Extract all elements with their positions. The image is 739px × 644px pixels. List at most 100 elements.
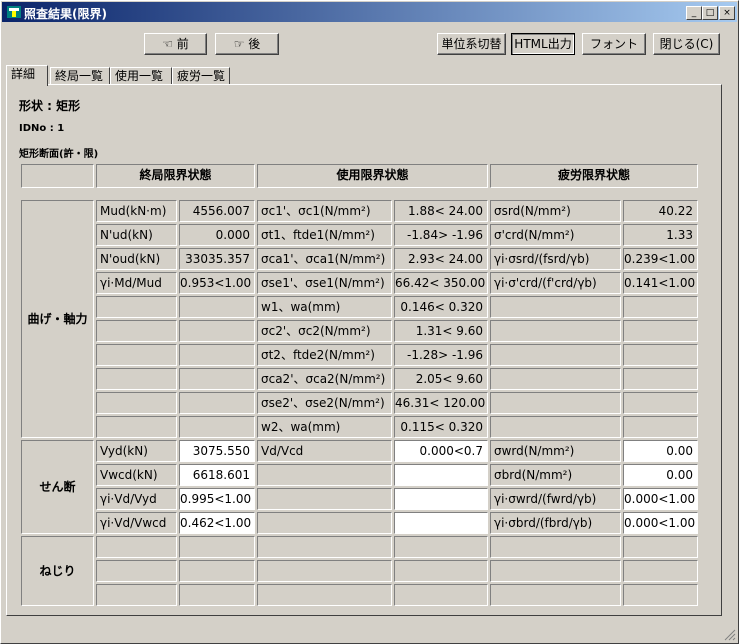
fatigue-label-cell — [490, 416, 621, 438]
fatigue-label-cell: σbrd(N/mm²) — [490, 464, 621, 486]
ultimate-value-cell: 33035.357 — [179, 248, 255, 270]
ultimate-label-cell — [96, 368, 177, 390]
fatigue-label-cell — [490, 584, 621, 606]
fatigue-value-cell — [623, 320, 698, 342]
service-value-cell: 0.115< 0.320 — [394, 416, 488, 438]
torsion-group-label: ねじり — [21, 536, 94, 606]
main-window: 照査結果(限界) _ □ × ☜ 前 ☞ 後 単位系切替 HTML出力 フォント… — [0, 0, 739, 644]
shape-label: 形状 : 矩形 — [19, 99, 81, 113]
ultimate-label-cell — [96, 344, 177, 366]
grid-corner — [21, 164, 94, 188]
ultimate-header: 終局限界状態 — [96, 164, 255, 188]
tab-detail[interactable]: 詳細 — [6, 65, 48, 86]
service-label-cell — [257, 536, 392, 558]
ultimate-label-cell — [96, 392, 177, 414]
tab-service-list[interactable]: 使用一覧 — [110, 67, 172, 84]
fatigue-value-cell: 0.141<1.00 — [623, 272, 698, 294]
ultimate-label-cell: γi·Vd/Vwcd — [96, 512, 177, 534]
fatigue-label-cell: γi·σwrd/(fwrd/γb) — [490, 488, 621, 510]
minimize-button[interactable]: _ — [686, 6, 702, 20]
service-value-cell — [394, 584, 488, 606]
fatigue-value-cell — [623, 344, 698, 366]
service-label-cell: σc2'、σc2(N/mm²) — [257, 320, 392, 342]
html-output-button[interactable]: HTML出力 — [511, 33, 575, 55]
ultimate-value-cell — [179, 560, 255, 582]
ultimate-value-cell: 4556.007 — [179, 200, 255, 222]
ultimate-label-cell — [96, 536, 177, 558]
service-label-cell — [257, 584, 392, 606]
fatigue-value-cell — [623, 392, 698, 414]
fatigue-value-cell — [623, 296, 698, 318]
maximize-button[interactable]: □ — [702, 6, 718, 20]
fatigue-label-cell — [490, 560, 621, 582]
next-label: 後 — [248, 37, 261, 51]
tab-ultimate-list[interactable]: 終局一覧 — [50, 67, 110, 84]
tab-fatigue-list[interactable]: 疲労一覧 — [172, 67, 230, 84]
fatigue-value-cell: 0.00 — [623, 464, 698, 486]
unit-switch-button[interactable]: 単位系切替 — [437, 33, 506, 55]
service-value-cell: 1.88< 24.00 — [394, 200, 488, 222]
service-label-cell: w2、wa(mm) — [257, 416, 392, 438]
fatigue-value-cell — [623, 560, 698, 582]
ultimate-label-cell — [96, 296, 177, 318]
service-label-cell — [257, 488, 392, 510]
next-button[interactable]: ☞ 後 — [215, 33, 279, 55]
service-label-cell: σt2、ftde2(N/mm²) — [257, 344, 392, 366]
fatigue-label-cell: σsrd(N/mm²) — [490, 200, 621, 222]
shear-group-label: せん断 — [21, 440, 94, 534]
ultimate-label-cell — [96, 416, 177, 438]
fatigue-label-cell — [490, 392, 621, 414]
ultimate-label-cell — [96, 320, 177, 342]
fatigue-value-cell — [623, 536, 698, 558]
shear-group-text: せん断 — [39, 480, 76, 494]
service-value-cell — [394, 512, 488, 534]
service-value-cell: 0.000<0.7 — [394, 440, 488, 462]
bending-group-text: 曲げ・軸力 — [27, 312, 88, 326]
service-value-cell: 1.31< 9.60 — [394, 320, 488, 342]
ultimate-label-cell: γi·Md/Mud — [96, 272, 177, 294]
title-bar[interactable]: 照査結果(限界) _ □ × — [2, 2, 737, 22]
service-value-cell: 2.05< 9.60 — [394, 368, 488, 390]
ultimate-value-cell — [179, 536, 255, 558]
service-label-cell — [257, 560, 392, 582]
app-icon — [7, 6, 21, 18]
section-label: 矩形断面(許・限) — [19, 149, 99, 160]
detail-panel: 形状 : 矩形 IDNo : 1 矩形断面(許・限) 終局限界状態 使用限界状態疲… — [6, 84, 722, 616]
ultimate-value-cell: 3075.550 — [179, 440, 255, 462]
fatigue-value-cell: 0.000<1.00 — [623, 488, 698, 510]
fatigue-label-cell — [490, 344, 621, 366]
ultimate-value-cell — [179, 320, 255, 342]
fatigue-value-cell: 1.33 — [623, 224, 698, 246]
ultimate-label-cell: N'ud(kN) — [96, 224, 177, 246]
fatigue-value-cell: 0.000<1.00 — [623, 512, 698, 534]
close-window-button[interactable]: × — [719, 6, 735, 20]
service-value-cell: 46.31< 120.00 — [394, 392, 488, 414]
service-value-cell — [394, 464, 488, 486]
service-value-cell: -1.84> -1.96 — [394, 224, 488, 246]
service-label-cell: σse1'、σse1(N/mm²) — [257, 272, 392, 294]
ultimate-value-cell: 0.000 — [179, 224, 255, 246]
bending-group-label: 曲げ・軸力 — [21, 200, 94, 438]
prev-label: 前 — [176, 37, 189, 51]
service-value-cell — [394, 560, 488, 582]
hand-left-icon: ☜ — [162, 37, 173, 51]
window-title: 照査結果(限界) — [24, 7, 107, 21]
idno-label: IDNo : 1 — [19, 123, 65, 134]
font-button[interactable]: フォント — [582, 33, 646, 55]
ultimate-value-cell — [179, 296, 255, 318]
fatigue-value-cell: 40.22 — [623, 200, 698, 222]
service-value-cell: 2.93< 24.00 — [394, 248, 488, 270]
service-value-cell — [394, 488, 488, 510]
service-value-cell: -1.28> -1.96 — [394, 344, 488, 366]
fatigue-value-cell — [623, 584, 698, 606]
fatigue-header: 疲労限界状態 — [490, 164, 698, 188]
fatigue-value-cell — [623, 416, 698, 438]
fatigue-label-cell: γi·σsrd/(fsrd/γb) — [490, 248, 621, 270]
service-header: 使用限界状態 — [257, 164, 488, 188]
prev-button[interactable]: ☜ 前 — [144, 33, 207, 55]
service-label-cell: σca2'、σca2(N/mm²) — [257, 368, 392, 390]
resize-grip-icon[interactable] — [724, 629, 736, 641]
close-button[interactable]: 閉じる(C) — [653, 33, 720, 55]
ultimate-value-cell — [179, 584, 255, 606]
service-label-cell: σt1、ftde1(N/mm²) — [257, 224, 392, 246]
